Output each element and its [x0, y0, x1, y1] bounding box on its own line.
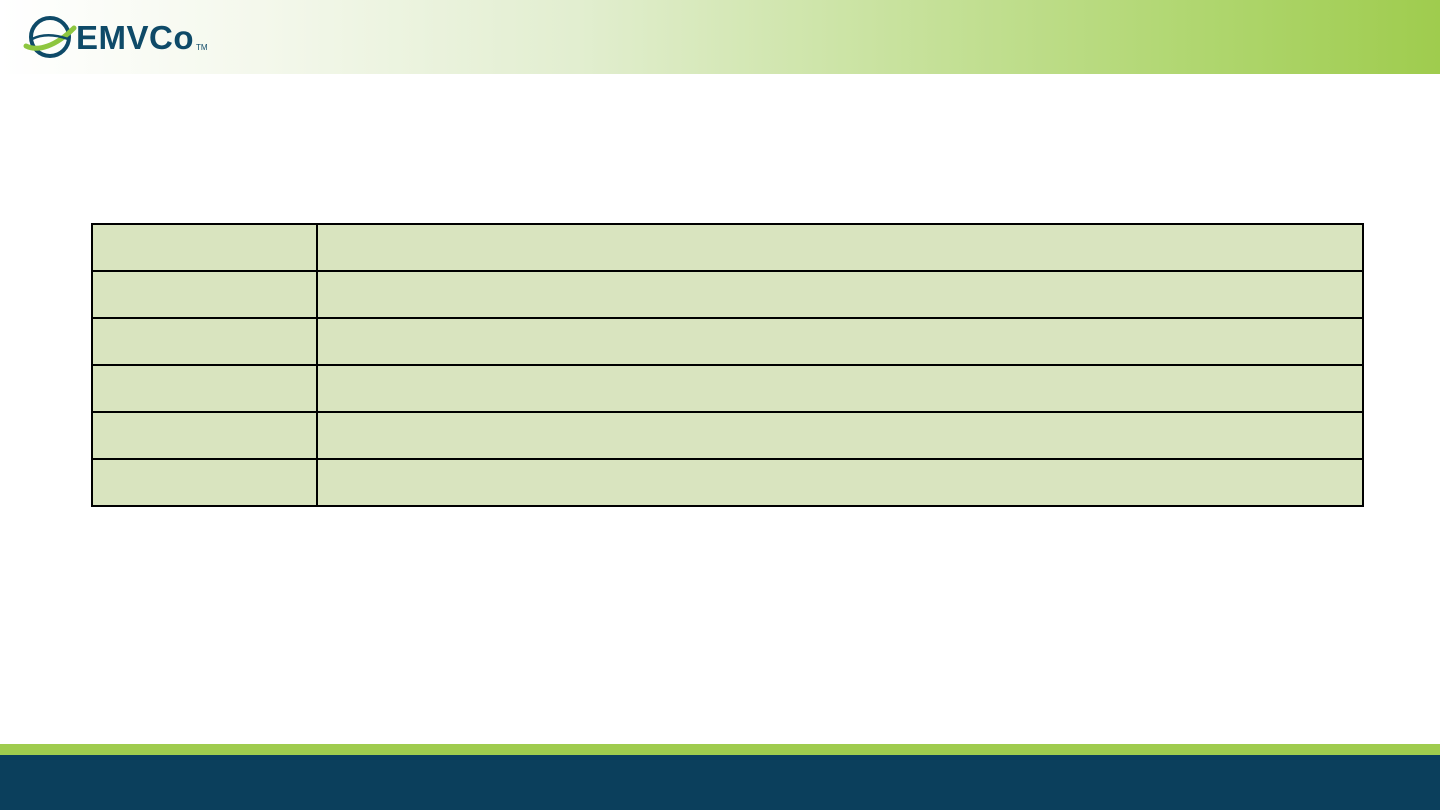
footer-navy-band: [0, 755, 1440, 810]
emvco-logo: EMVCo TM: [22, 12, 208, 62]
table-cell-value: [316, 223, 1364, 272]
globe-swoosh-icon: [23, 16, 77, 58]
table-cell-value: [316, 317, 1364, 366]
table-cell-value: [316, 411, 1364, 460]
content-table: [91, 223, 1364, 507]
table-row: [91, 223, 1364, 272]
footer-green-stripe: [0, 744, 1440, 755]
table-cell-value: [316, 270, 1364, 319]
table-cell-label: [91, 270, 318, 319]
table-cell-label: [91, 458, 318, 507]
table-cell-value: [316, 458, 1364, 507]
table-cell-label: [91, 317, 318, 366]
table-cell-value: [316, 364, 1364, 413]
table-row: [91, 317, 1364, 366]
table-row: [91, 364, 1364, 413]
header-band: EMVCo TM: [0, 0, 1440, 74]
table-row: [91, 270, 1364, 319]
brand-name: EMVCo: [76, 18, 194, 56]
table-cell-label: [91, 223, 318, 272]
table-row: [91, 458, 1364, 507]
trademark-mark: TM: [196, 43, 208, 52]
table-row: [91, 411, 1364, 460]
table-cell-label: [91, 364, 318, 413]
table-cell-label: [91, 411, 318, 460]
